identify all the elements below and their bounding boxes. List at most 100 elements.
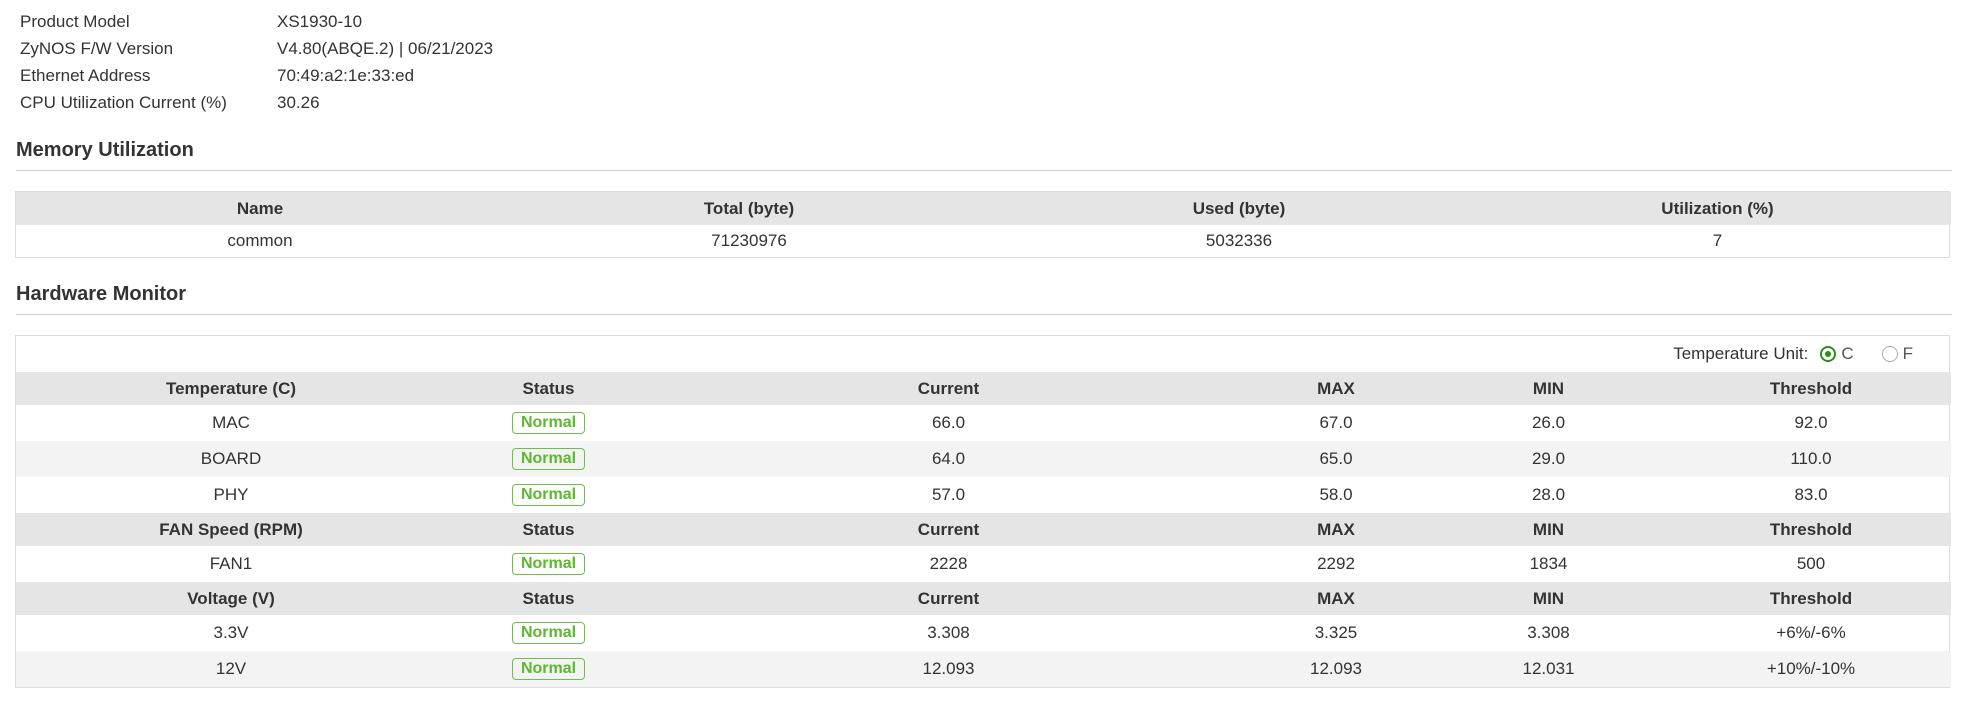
status-badge: Normal [511, 448, 586, 470]
column-header-min: MIN [1426, 582, 1671, 615]
info-label: CPU Utilization Current (%) [20, 92, 227, 112]
max-cell: 12.093 [1246, 651, 1426, 687]
max-cell: 58.0 [1319, 485, 1353, 504]
column-header-threshold: Threshold [1671, 513, 1951, 546]
info-value: XS1930-10 [277, 11, 363, 31]
current-cell: 2228 [929, 554, 968, 573]
column-header-min: MIN [1426, 513, 1671, 546]
status-badge: Normal [511, 412, 586, 434]
sensor-name: FAN1 [209, 554, 253, 573]
table-row: 3.3V Normal 3.308 3.325 3.308 +6%/-6% [16, 615, 1951, 651]
radio-label: F [1902, 344, 1913, 363]
info-row-ethernet-address: Ethernet Address 70:49:a2:1e:33:ed [15, 62, 1952, 89]
memory-used-cell: 5032336 [1205, 231, 1273, 250]
info-value: 30.26 [277, 92, 320, 112]
memory-header-row: Name Total (byte) Used (byte) Utilizatio… [16, 192, 1951, 225]
status-cell: Normal [446, 651, 651, 687]
temperature-unit-radio-f[interactable]: F [1881, 344, 1913, 364]
memory-total-cell: 71230976 [711, 231, 787, 250]
min-cell: 29.0 [1426, 441, 1671, 477]
max-cell: 67.0 [1319, 413, 1353, 432]
min-cell: 28.0 [1531, 485, 1566, 504]
info-label: Ethernet Address [20, 65, 151, 85]
status-badge: Normal [511, 484, 586, 506]
status-cell: Normal [446, 441, 651, 477]
group-header-temperature: Temperature (C) [16, 372, 446, 405]
radio-unselected-icon[interactable] [1881, 346, 1898, 362]
max-cell: 65.0 [1246, 441, 1426, 477]
column-header-status: Status [446, 372, 651, 405]
system-info-page: Product Model XS1930-10 ZyNOS F/W Versio… [0, 0, 1967, 723]
column-header-utilization: Utilization (%) [1484, 192, 1951, 225]
column-header-threshold: Threshold [1671, 582, 1951, 615]
sensor-name: 3.3V [213, 623, 249, 642]
status-badge: Normal [511, 553, 586, 575]
memory-name-cell: common [227, 231, 293, 250]
memory-utilization-cell: 7 [1712, 231, 1723, 250]
column-header-current: Current [651, 372, 1246, 405]
fan-header-row: FAN Speed (RPM) Status Current MAX MIN T… [16, 513, 1951, 546]
table-row: BOARD Normal 64.0 65.0 29.0 110.0 [16, 441, 1951, 477]
threshold-cell: 92.0 [1794, 413, 1828, 432]
device-info-list: Product Model XS1930-10 ZyNOS F/W Versio… [15, 0, 1952, 116]
hardware-monitor-table: Temperature (C) Status Current MAX MIN T… [16, 372, 1951, 687]
sensor-name: MAC [212, 413, 250, 432]
current-cell: 3.308 [927, 623, 970, 642]
min-cell: 12.031 [1426, 651, 1671, 687]
memory-table: Name Total (byte) Used (byte) Utilizatio… [16, 192, 1951, 257]
status-cell: Normal [446, 405, 651, 441]
current-cell: 64.0 [651, 441, 1246, 477]
radio-label: C [1841, 344, 1854, 363]
info-row-cpu-utilization: CPU Utilization Current (%) 30.26 [15, 89, 1952, 116]
min-cell: 3.308 [1527, 623, 1570, 642]
max-cell: 2292 [1317, 554, 1355, 573]
info-row-product-model: Product Model XS1930-10 [15, 8, 1952, 35]
hardware-monitor-box: Temperature Unit: C F Temperature (C) St… [15, 335, 1951, 688]
radio-selected-icon[interactable] [1820, 346, 1837, 362]
sensor-name: BOARD [16, 441, 446, 477]
temperature-unit-label: Temperature Unit: [1673, 344, 1809, 363]
min-cell: 26.0 [1531, 413, 1566, 432]
hardware-monitor-title: Hardware Monitor [16, 283, 1952, 315]
column-header-used: Used (byte) [994, 192, 1484, 225]
column-header-current: Current [651, 582, 1246, 615]
column-header-current: Current [651, 513, 1246, 546]
column-header-status: Status [446, 513, 651, 546]
info-label: Product Model [20, 11, 130, 31]
max-cell: 3.325 [1314, 623, 1358, 642]
table-row: FAN1 Normal 2228 2292 1834 500 [16, 546, 1951, 582]
table-row: 12V Normal 12.093 12.093 12.031 +10%/-10… [16, 651, 1951, 687]
info-row-firmware-version: ZyNOS F/W Version V4.80(ABQE.2) | 06/21/… [15, 35, 1952, 62]
memory-utilization-title: Memory Utilization [16, 139, 1952, 171]
info-value: 70:49:a2:1e:33:ed [277, 65, 415, 85]
min-cell: 1834 [1529, 554, 1568, 573]
column-header-max: MAX [1246, 372, 1426, 405]
column-header-threshold: Threshold [1671, 372, 1951, 405]
table-row: PHY Normal 57.0 58.0 28.0 83.0 [16, 477, 1951, 513]
sensor-name: 12V [16, 651, 446, 687]
current-cell: 66.0 [931, 413, 966, 432]
voltage-header-row: Voltage (V) Status Current MAX MIN Thres… [16, 582, 1951, 615]
temperature-unit-bar: Temperature Unit: C F [16, 336, 1949, 372]
column-header-status: Status [446, 582, 651, 615]
threshold-cell: +10%/-10% [1671, 651, 1951, 687]
threshold-cell: 110.0 [1671, 441, 1951, 477]
info-value: V4.80(ABQE.2) | 06/21/2023 [277, 38, 494, 58]
status-cell: Normal [446, 477, 651, 513]
memory-table-box: Name Total (byte) Used (byte) Utilizatio… [15, 191, 1951, 258]
column-header-max: MAX [1246, 582, 1426, 615]
status-cell: Normal [446, 546, 651, 582]
current-cell: 12.093 [651, 651, 1246, 687]
status-cell: Normal [446, 615, 651, 651]
status-badge: Normal [511, 622, 586, 644]
table-row: MAC Normal 66.0 67.0 26.0 92.0 [16, 405, 1951, 441]
status-badge: Normal [511, 658, 586, 680]
temperature-unit-radio-c[interactable]: C [1820, 344, 1854, 364]
table-row: common 71230976 5032336 7 [16, 225, 1951, 257]
column-header-total: Total (byte) [504, 192, 994, 225]
group-header-fan: FAN Speed (RPM) [16, 513, 446, 546]
group-header-voltage: Voltage (V) [16, 582, 446, 615]
threshold-cell: 500 [1796, 554, 1826, 573]
current-cell: 57.0 [931, 485, 966, 504]
threshold-cell: +6%/-6% [1776, 623, 1846, 642]
